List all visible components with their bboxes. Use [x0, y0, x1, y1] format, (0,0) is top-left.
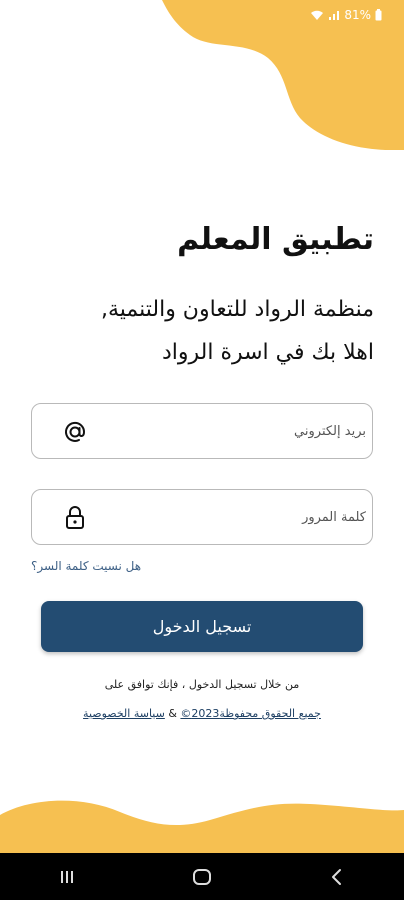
back-button[interactable]	[307, 857, 367, 897]
links-connector: &	[168, 707, 177, 720]
recents-icon	[61, 870, 74, 883]
at-icon	[60, 418, 90, 446]
legal-links: جميع الحقوق محفوظة2023© & سياسة الخصوصية	[0, 707, 404, 720]
system-navigation-bar	[0, 853, 404, 900]
battery-percentage: 81%	[344, 8, 371, 22]
app-title: تطبيق المعلم	[177, 222, 374, 257]
email-field[interactable]	[31, 403, 373, 459]
organization-name: منظمة الرواد للتعاون والتنمية,	[100, 297, 374, 322]
home-icon	[192, 868, 211, 885]
signal-icon	[329, 11, 340, 20]
consent-text: من خلال تسجيل الدخول ، فإنك توافق على	[104, 678, 300, 691]
back-icon	[331, 868, 341, 885]
battery-icon	[375, 9, 382, 21]
copyright-link[interactable]: جميع الحقوق محفوظة2023©	[180, 707, 321, 720]
top-decorative-blob	[162, 0, 404, 150]
login-button[interactable]: تسجيل الدخول	[41, 601, 363, 652]
password-input[interactable]	[102, 490, 372, 544]
home-button[interactable]	[172, 857, 232, 897]
email-input[interactable]	[102, 404, 372, 458]
privacy-policy-link[interactable]: سياسة الخصوصية	[83, 707, 165, 720]
status-bar: 81%	[310, 8, 382, 22]
password-field[interactable]	[31, 489, 373, 545]
wifi-icon	[311, 10, 324, 20]
recents-button[interactable]	[37, 857, 97, 897]
bottom-decorative-blob	[0, 800, 404, 855]
forgot-password-link[interactable]: هل نسيت كلمة السر؟	[31, 559, 141, 573]
lock-icon	[60, 504, 90, 532]
welcome-message: اهلا بك في اسرة الرواد	[161, 340, 374, 365]
